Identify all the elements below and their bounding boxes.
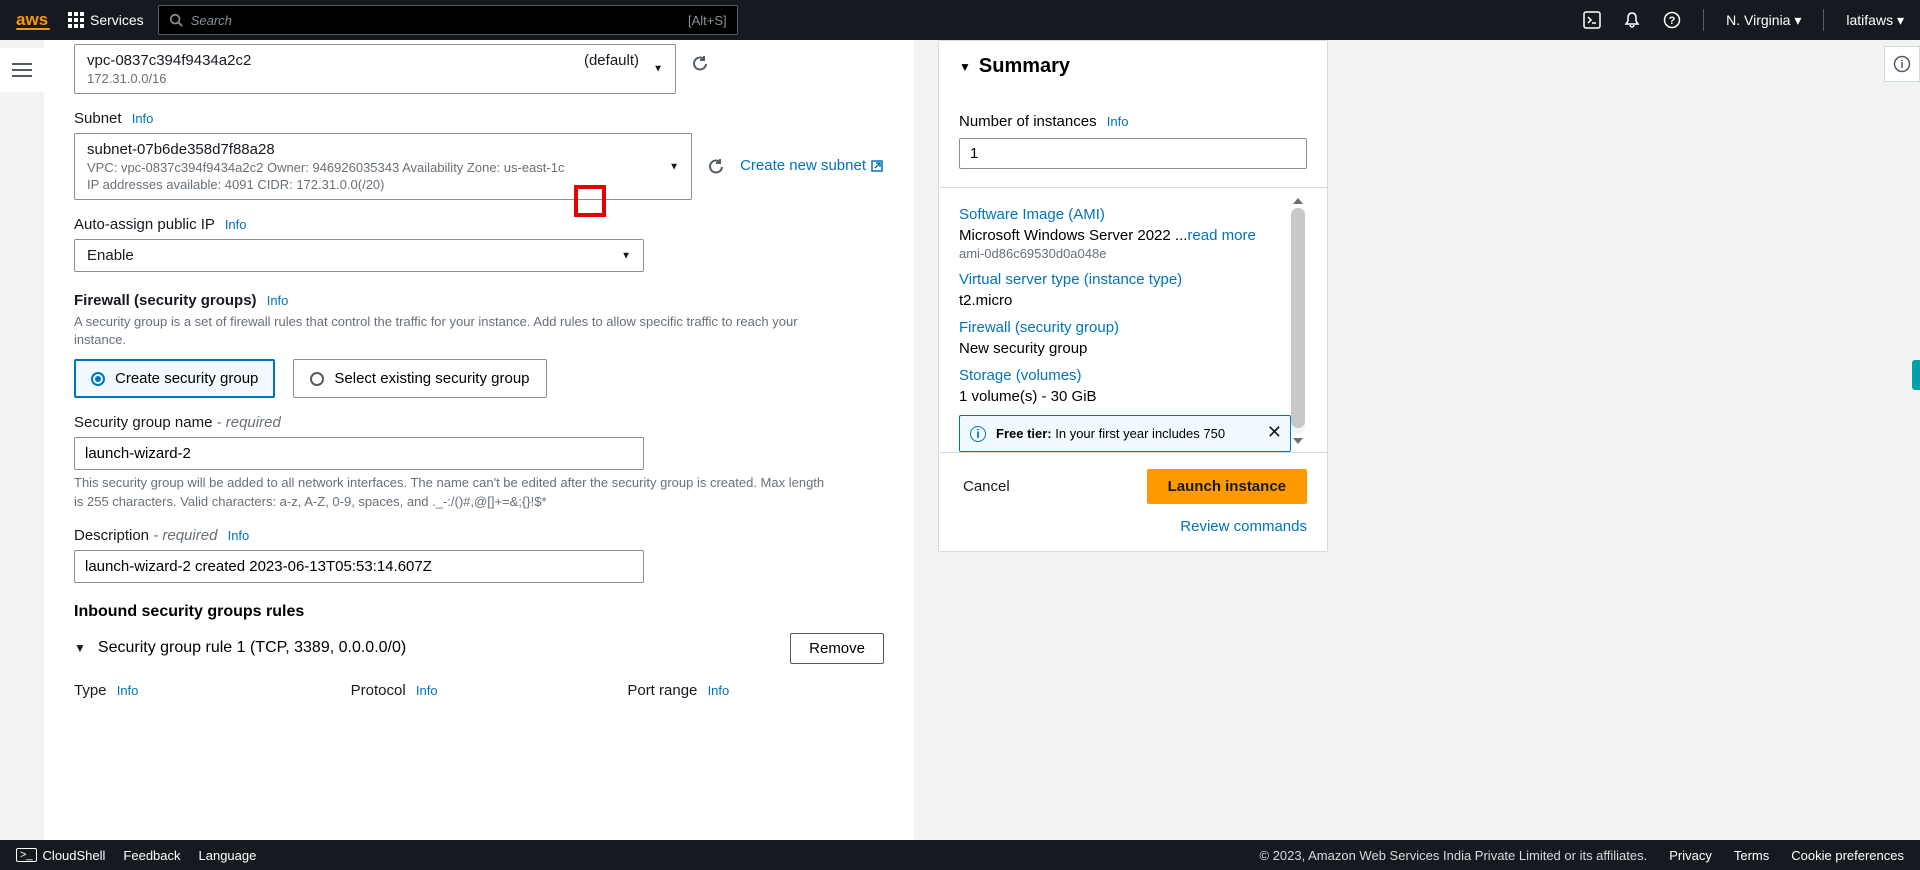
ami-id: ami-0d86c69530d0a048e [959, 246, 1291, 261]
rule-title: Security group rule 1 (TCP, 3389, 0.0.0.… [98, 639, 406, 657]
info-icon: i [970, 426, 986, 442]
scrollbar-thumb[interactable] [1291, 208, 1305, 428]
cloudshell-button[interactable]: >_ CloudShell [16, 848, 105, 863]
network-settings-form: vpc-0837c394f9434a2c2 (default) 172.31.0… [44, 40, 914, 840]
top-nav: aws Services Search [Alt+S] ? N. Virgini… [0, 0, 1920, 40]
launch-instance-button[interactable]: Launch instance [1147, 469, 1307, 504]
search-placeholder: Search [191, 13, 232, 28]
inbound-rules-header: Inbound security groups rules [74, 603, 884, 621]
refresh-subnet-icon[interactable] [706, 157, 726, 177]
description-info-link[interactable]: Info [228, 528, 250, 543]
instance-type-link[interactable]: Virtual server type (instance type) [959, 271, 1291, 288]
subnet-id: subnet-07b6de358d7f88a28 [87, 141, 679, 158]
summary-panel: ▼ Summary Number of instances Info Softw… [938, 40, 1328, 552]
language-link[interactable]: Language [199, 848, 257, 863]
feedback-link[interactable]: Feedback [123, 848, 180, 863]
search-icon [169, 13, 183, 27]
scroll-up-icon [1293, 198, 1303, 204]
free-tier-text: Free tier: In your first year includes 7… [996, 426, 1225, 441]
terms-link[interactable]: Terms [1734, 848, 1769, 863]
num-instances-label: Number of instances Info [959, 113, 1307, 130]
side-nav-toggle[interactable] [0, 48, 44, 92]
autoassign-select[interactable]: Enable ▼ [74, 239, 644, 272]
subnet-label: Subnet Info [74, 110, 884, 127]
read-more-link[interactable]: read more [1187, 227, 1255, 244]
highlight-box [574, 185, 606, 217]
summary-scrollbar[interactable] [1291, 198, 1305, 444]
ami-value: Microsoft Windows Server 2022 ...read mo… [959, 227, 1291, 244]
free-tier-banner: i ✕ Free tier: In your first year includ… [959, 415, 1291, 452]
radio-select-sg[interactable]: Select existing security group [293, 359, 546, 398]
num-instances-info-link[interactable]: Info [1107, 114, 1129, 129]
storage-link[interactable]: Storage (volumes) [959, 367, 1291, 384]
grid-icon [68, 12, 84, 28]
description-label: Description - required Info [74, 527, 884, 544]
close-icon[interactable]: ✕ [1267, 422, 1282, 443]
vpc-id: vpc-0837c394f9434a2c2 [87, 52, 251, 69]
subnet-info-link[interactable]: Info [132, 111, 154, 126]
search-shortcut-hint: [Alt+S] [688, 13, 727, 28]
chevron-down-icon: ▼ [669, 161, 679, 172]
user-menu[interactable]: latifaws ▾ [1846, 12, 1904, 29]
cloudshell-icon: >_ [16, 848, 37, 862]
remove-rule-button[interactable]: Remove [790, 633, 884, 664]
subnet-meta1: VPC: vpc-0837c394f9434a2c2 Owner: 946926… [87, 160, 679, 175]
footer: >_ CloudShell Feedback Language © 2023, … [0, 840, 1920, 870]
info-panel-toggle[interactable]: i [1884, 46, 1920, 82]
radio-create-sg[interactable]: Create security group [74, 359, 275, 398]
chevron-down-icon: ▼ [653, 64, 663, 75]
aws-logo[interactable]: aws [16, 10, 50, 30]
chevron-down-icon: ▼ [959, 60, 971, 74]
chevron-down-icon: ▼ [621, 250, 631, 261]
chevron-down-icon[interactable]: ▼ [74, 641, 86, 655]
svg-text:?: ? [1669, 15, 1676, 27]
privacy-link[interactable]: Privacy [1669, 848, 1712, 863]
scroll-down-icon [1293, 438, 1303, 444]
firewall-value: New security group [959, 340, 1291, 357]
firewall-info-link[interactable]: Info [267, 293, 289, 308]
sg-name-label: Security group name - required [74, 414, 884, 431]
autoassign-info-link[interactable]: Info [225, 217, 247, 232]
radio-icon [310, 372, 324, 386]
notifications-icon[interactable] [1623, 11, 1641, 29]
cookie-prefs-link[interactable]: Cookie preferences [1791, 848, 1904, 863]
region-selector[interactable]: N. Virginia ▾ [1726, 12, 1801, 29]
copyright-text: © 2023, Amazon Web Services India Privat… [1260, 848, 1648, 863]
refresh-vpc-icon[interactable] [690, 54, 710, 74]
search-input[interactable]: Search [Alt+S] [158, 5, 738, 35]
type-info-link[interactable]: Info [117, 683, 139, 698]
vpc-select[interactable]: vpc-0837c394f9434a2c2 (default) 172.31.0… [74, 44, 676, 94]
vpc-default-tag: (default) [584, 52, 639, 69]
num-instances-input[interactable] [959, 138, 1307, 169]
storage-value: 1 volume(s) - 30 GiB [959, 388, 1291, 405]
firewall-help: A security group is a set of firewall ru… [74, 313, 824, 349]
protocol-label: Protocol Info [351, 682, 438, 699]
autoassign-label: Auto-assign public IP Info [74, 216, 884, 233]
sg-name-input[interactable] [74, 437, 644, 470]
sg-name-help: This security group will be added to all… [74, 474, 834, 510]
cloudshell-icon[interactable] [1583, 11, 1601, 29]
ami-link[interactable]: Software Image (AMI) [959, 206, 1291, 223]
review-commands-link[interactable]: Review commands [959, 518, 1307, 535]
protocol-info-link[interactable]: Info [416, 683, 438, 698]
autoassign-value: Enable [87, 247, 134, 264]
portrange-label: Port range Info [627, 682, 729, 699]
portrange-info-link[interactable]: Info [708, 683, 730, 698]
cancel-button[interactable]: Cancel [959, 478, 1010, 495]
firewall-label: Firewall (security groups) Info [74, 292, 884, 309]
external-link-icon [870, 159, 884, 173]
instance-type-value: t2.micro [959, 292, 1291, 309]
description-input[interactable] [74, 550, 644, 583]
summary-title[interactable]: ▼ Summary [939, 41, 1327, 93]
vpc-cidr: 172.31.0.0/16 [87, 71, 663, 86]
help-icon[interactable]: ? [1663, 11, 1681, 29]
type-label: Type Info [74, 682, 138, 699]
firewall-link[interactable]: Firewall (security group) [959, 319, 1291, 336]
feedback-tab[interactable] [1912, 360, 1920, 390]
svg-text:i: i [1900, 59, 1903, 71]
create-subnet-link[interactable]: Create new subnet [740, 157, 884, 174]
radio-icon [91, 372, 105, 386]
services-button[interactable]: Services [68, 12, 144, 28]
